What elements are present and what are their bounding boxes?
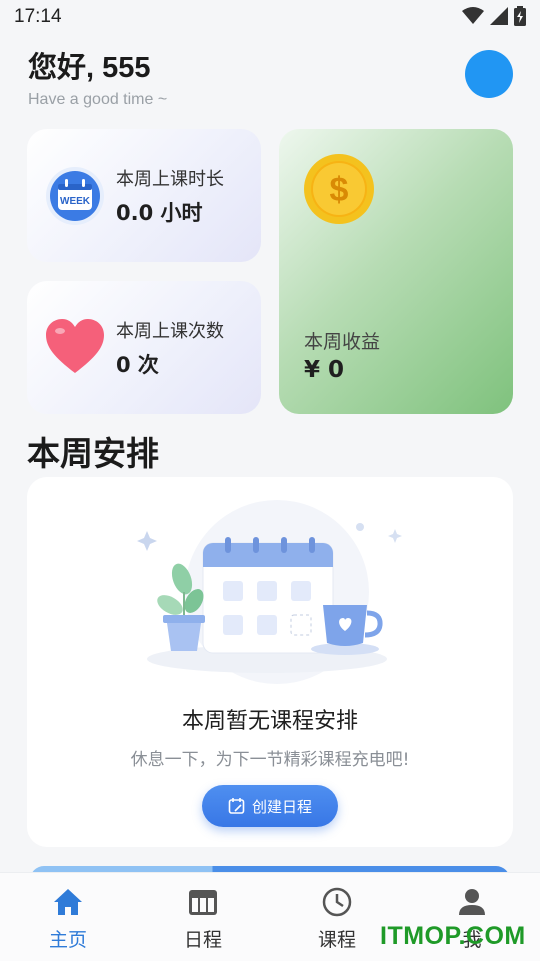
status-bar: 17:14 [0, 0, 540, 36]
create-schedule-button[interactable]: 创建日程 [202, 785, 338, 827]
signal-icon [490, 7, 508, 25]
count-value: 0 次 [116, 353, 159, 377]
wifi-icon [462, 7, 484, 24]
greeting-subtitle: Have a good time ~ [28, 91, 168, 108]
schedule-section-title: 本周安排 [27, 434, 159, 473]
clock-icon [322, 887, 352, 917]
duration-value: 0.0 小时 [116, 201, 203, 225]
calendar-edit-icon [228, 798, 245, 814]
schedule-card: 本周暂无课程安排 休息一下，为下一节精彩课程充电吧! 创建日程 [27, 477, 513, 847]
week-calendar-icon: WEEK [46, 167, 104, 225]
duration-label: 本周上课时长 [116, 169, 224, 190]
heart-icon [46, 319, 104, 373]
greeting-title: 您好, 555 [28, 52, 151, 84]
home-icon [54, 889, 82, 915]
nav-item-schedule[interactable]: 日程 [158, 887, 248, 952]
empty-schedule-subtitle: 休息一下，为下一节精彩课程充电吧! [130, 750, 410, 770]
status-time: 17:14 [14, 6, 62, 27]
weekly-duration-card[interactable]: WEEK 本周上课时长 0.0 小时 [27, 129, 261, 262]
income-value: ¥ 0 [304, 357, 345, 383]
coin-icon: $ [304, 154, 374, 224]
nav-label-courses: 课程 [317, 929, 356, 951]
svg-text:$: $ [330, 171, 349, 209]
avatar[interactable] [465, 50, 513, 98]
empty-schedule-title: 本周暂无课程安排 [181, 709, 358, 734]
weekly-count-card[interactable]: 本周上课次数 0 次 [27, 281, 261, 414]
create-schedule-label: 创建日程 [251, 797, 312, 816]
battery-icon [514, 6, 526, 26]
empty-schedule-illustration [87, 497, 457, 687]
status-icons [462, 6, 526, 26]
income-label: 本周收益 [304, 331, 381, 353]
count-label: 本周上课次数 [116, 321, 224, 342]
weekly-income-card[interactable]: $ 本周收益 ¥ 0 [279, 129, 513, 414]
nav-label-schedule: 日程 [183, 929, 222, 951]
nav-item-courses[interactable]: 课程 [292, 887, 382, 952]
nav-item-home[interactable]: 主页 [23, 887, 113, 952]
nav-label-home: 主页 [48, 929, 87, 951]
calendar-icon [189, 890, 217, 915]
person-icon [459, 889, 485, 915]
week-icon-text: WEEK [60, 196, 91, 207]
watermark: ITMOP.COM [380, 922, 526, 950]
